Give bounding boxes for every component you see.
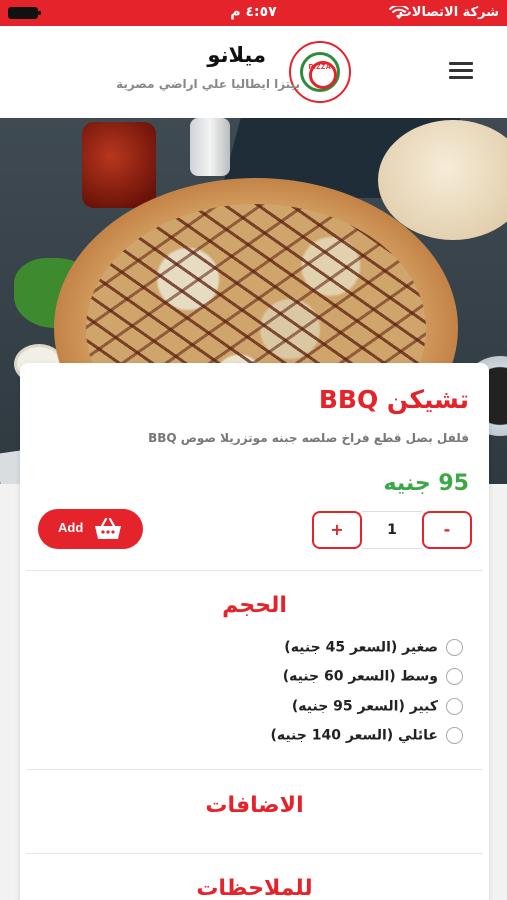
logo-text: PIZZA	[308, 64, 332, 71]
size-section-title: الحجم	[222, 593, 287, 618]
radio-icon[interactable]	[446, 698, 463, 715]
product-card: تشيكن BBQ فلفل بصل قطع فراخ صلصه جبنه مو…	[20, 363, 489, 900]
hamburger-menu-icon[interactable]	[449, 62, 473, 82]
quantity-increase-button[interactable]: +	[312, 511, 362, 549]
product-price: 95 جنيه	[383, 471, 469, 496]
quantity-stepper: + 1 -	[312, 511, 472, 549]
size-option-family[interactable]: عائلي (السعر 140 جنيه)	[270, 725, 463, 747]
extras-section-title[interactable]: الاضافات	[20, 793, 489, 818]
logo-ring	[300, 52, 340, 92]
size-option-medium[interactable]: وسط (السعر 60 جنيه)	[283, 666, 463, 688]
store-tagline: بيتزا ايطاليا علي اراضي مصرية	[116, 77, 300, 91]
notes-section-title[interactable]: للملاحظات	[20, 876, 489, 900]
size-option-small[interactable]: صغير (السعر 45 جنيه)	[284, 637, 463, 659]
add-button-label: Add	[58, 520, 84, 535]
product-description: فلفل بصل قطع فراخ صلصه جبنه موتزريلا صوص…	[148, 431, 469, 445]
divider	[26, 769, 483, 770]
product-title: تشيكن BBQ	[318, 385, 469, 414]
radio-icon[interactable]	[446, 727, 463, 744]
store-name: ميلانو	[207, 43, 266, 67]
radio-icon[interactable]	[446, 668, 463, 685]
divider	[26, 570, 483, 571]
store-logo: PIZZA	[289, 41, 351, 103]
basket-icon	[95, 517, 121, 539]
add-to-cart-button[interactable]: Add	[38, 509, 143, 549]
divider	[26, 853, 483, 854]
size-option-large[interactable]: كبير (السعر 95 جنيه)	[292, 696, 463, 718]
app-header: PIZZA ميلانو بيتزا ايطاليا علي اراضي مصر…	[0, 26, 507, 118]
radio-icon[interactable]	[446, 639, 463, 656]
carrier-name: شركة الاتصالات	[398, 5, 499, 20]
quantity-value[interactable]: 1	[362, 511, 422, 549]
quantity-decrease-button[interactable]: -	[422, 511, 472, 549]
status-bar: ٤:٥٧ م شركة الاتصالات	[0, 0, 507, 26]
